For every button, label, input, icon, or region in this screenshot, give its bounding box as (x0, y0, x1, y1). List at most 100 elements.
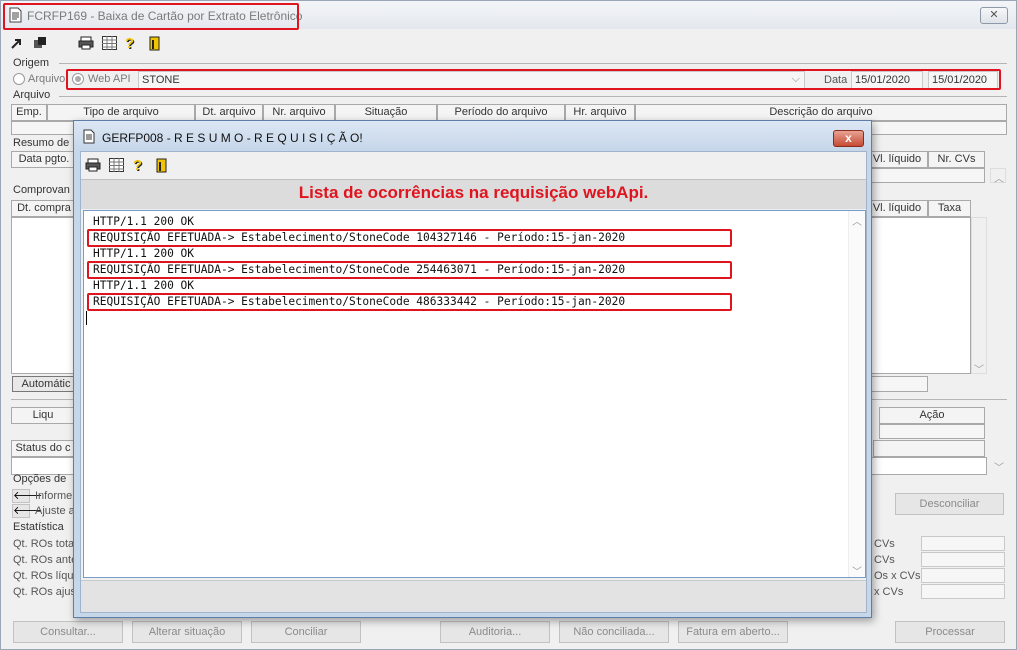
heading-bar: Lista de ocorrências na requisição webAp… (81, 179, 866, 209)
alterar-situacao-button[interactable]: Alterar situação (132, 621, 242, 643)
col-vl-liquido-comp[interactable]: Vl. líquido (866, 200, 928, 217)
log-line: HTTP/1.1 200 OK (93, 279, 195, 292)
opcoes-label: Opções de (13, 473, 67, 485)
scroll-down-icon-2[interactable]: ﹀ (994, 459, 1004, 474)
document-icon (83, 129, 95, 147)
nao-conciliada-button[interactable]: Não conciliada... (559, 621, 669, 643)
data-fim-field[interactable]: 15/01/2020 (928, 71, 998, 89)
window-close-button[interactable]: ✕ (980, 7, 1008, 24)
exit-icon[interactable] (154, 157, 170, 173)
operadora-value: STONE (142, 74, 180, 86)
col-nr-cvs[interactable]: Nr. CVs (928, 151, 985, 168)
fatura-em-aberto-button[interactable]: Fatura em aberto... (678, 621, 788, 643)
log-textarea[interactable]: HTTP/1.1 200 OK REQUISIÇÃO EFETUADA-> Es… (83, 210, 866, 578)
exit-icon[interactable] (147, 35, 163, 51)
desconciliar-button[interactable]: Desconciliar (895, 493, 1004, 515)
col-data-pgto[interactable]: Data pgto. (11, 151, 77, 168)
lower-row[interactable] (879, 424, 985, 439)
col-emp[interactable]: Emp. (11, 104, 47, 121)
print-icon[interactable] (85, 157, 101, 173)
radio-webapi-label: Web API (88, 73, 131, 85)
log-line: REQUISIÇÃO EFETUADA-> Estabelecimento/St… (93, 231, 626, 244)
automatic-button[interactable]: Automátic (12, 376, 80, 392)
resumo-row[interactable] (866, 168, 985, 183)
col-taxa[interactable]: Taxa (928, 200, 971, 217)
consultar-button[interactable]: Consultar... (13, 621, 123, 643)
informe-arrow-button[interactable]: 🡐 (12, 489, 43, 503)
dialog-titlebar: GERFP008 - R E S U M O - R E Q U I S I Ç… (74, 121, 871, 149)
stat-value-2 (921, 568, 1005, 583)
radio-arquivo-label: Arquivo (28, 73, 66, 85)
stat-value-1 (921, 552, 1005, 567)
col-periodo[interactable]: Período do arquivo (437, 104, 565, 121)
operadora-select[interactable]: STONE ⌵ (138, 71, 805, 89)
resumo-label: Resumo de (13, 137, 70, 149)
log-line: HTTP/1.1 200 OK (93, 247, 195, 260)
svg-text:?: ? (133, 158, 142, 173)
stat-right-2: Os x CVs (874, 570, 921, 582)
help-icon[interactable]: ?? (131, 157, 147, 173)
col-vl-liquido-resumo[interactable]: Vl. líquido (866, 151, 928, 168)
col-tipo-arquivo[interactable]: Tipo de arquivo (47, 104, 195, 121)
stat-right-1: CVs (874, 554, 895, 566)
col-acao[interactable]: Ação (879, 407, 985, 424)
dialog-heading: Lista de ocorrências na requisição webAp… (298, 183, 649, 202)
log-scrollbar[interactable]: ︿ ﹀ (848, 211, 865, 578)
auditoria-button[interactable]: Auditoria... (440, 621, 550, 643)
dialog-title: GERFP008 - R E S U M O - R E Q U I S I Ç… (102, 131, 363, 145)
col-dt-compra[interactable]: Dt. compra (11, 200, 77, 217)
scroll-up-icon[interactable]: ︿ (994, 170, 1004, 185)
arquivo-divider (59, 96, 1007, 97)
ajuste-label: Ajuste a (35, 505, 75, 517)
dialog-close-button[interactable]: x (833, 130, 864, 147)
col-hr-arquivo[interactable]: Hr. arquivo (565, 104, 635, 121)
main-titlebar: FCRFP169 - Baixa de Cartão por Extrato E… (1, 1, 1016, 29)
origem-divider (59, 63, 1007, 64)
stat-right-0: CVs (874, 538, 895, 550)
stat-value-3 (921, 584, 1005, 599)
data-label: Data (824, 74, 848, 86)
processar-button[interactable]: Processar (895, 621, 1005, 643)
stat-left-0: Qt. ROs tota (13, 538, 75, 550)
stat-left-2: Qt. ROs líqui (13, 570, 76, 582)
print-icon[interactable] (78, 35, 94, 51)
chevron-down-icon: ⌵ (791, 73, 800, 85)
comprovantes-label: Comprovan (13, 184, 70, 196)
col-liquido[interactable]: Liqu (11, 407, 75, 424)
origem-label: Origem (13, 57, 50, 69)
estatistica-label: Estatística (13, 521, 64, 533)
comprovantes-total (866, 376, 928, 392)
dialog-footer (81, 580, 866, 612)
col-descricao[interactable]: Descrição do arquivo (635, 104, 1007, 121)
stat-left-1: Qt. ROs ante (13, 554, 78, 566)
col-dt-arquivo[interactable]: Dt. arquivo (195, 104, 263, 121)
scroll-up-icon[interactable]: ︿ (852, 213, 862, 228)
scroll-down-icon[interactable]: ﹀ (974, 361, 984, 376)
document-icon (9, 7, 22, 26)
svg-text:?: ? (125, 36, 134, 51)
conciliar-button[interactable]: Conciliar (251, 621, 361, 643)
log-line: REQUISIÇÃO EFETUADA-> Estabelecimento/St… (93, 295, 626, 308)
export-icon[interactable] (9, 35, 25, 51)
log-line: HTTP/1.1 200 OK (93, 215, 195, 228)
stat-left-3: Qt. ROs ajus (13, 586, 76, 598)
col-situacao[interactable]: Situação (335, 104, 437, 121)
copy-icon[interactable] (32, 35, 48, 51)
help-icon[interactable]: ?? (123, 35, 139, 51)
col-status[interactable]: Status do c (11, 440, 75, 457)
ajuste-arrow-button[interactable]: 🡐 (12, 504, 43, 518)
col-status-right[interactable] (873, 440, 985, 457)
table-icon[interactable] (108, 157, 124, 173)
radio-arquivo[interactable] (13, 73, 25, 85)
scroll-down-icon[interactable]: ﹀ (852, 563, 862, 578)
arquivo-label: Arquivo (13, 89, 51, 101)
stat-right-3: x CVs (874, 586, 904, 598)
comprovantes-scrollbar[interactable] (971, 217, 987, 374)
resumo-requisicao-dialog: GERFP008 - R E S U M O - R E Q U I S I Ç… (73, 120, 872, 618)
table-icon[interactable] (101, 35, 117, 51)
data-inicio-field[interactable]: 15/01/2020 (851, 71, 923, 89)
col-nr-arquivo[interactable]: Nr. arquivo (263, 104, 335, 121)
window-title: FCRFP169 - Baixa de Cartão por Extrato E… (27, 9, 303, 23)
stat-value-0 (921, 536, 1005, 551)
radio-webapi[interactable] (72, 73, 84, 85)
